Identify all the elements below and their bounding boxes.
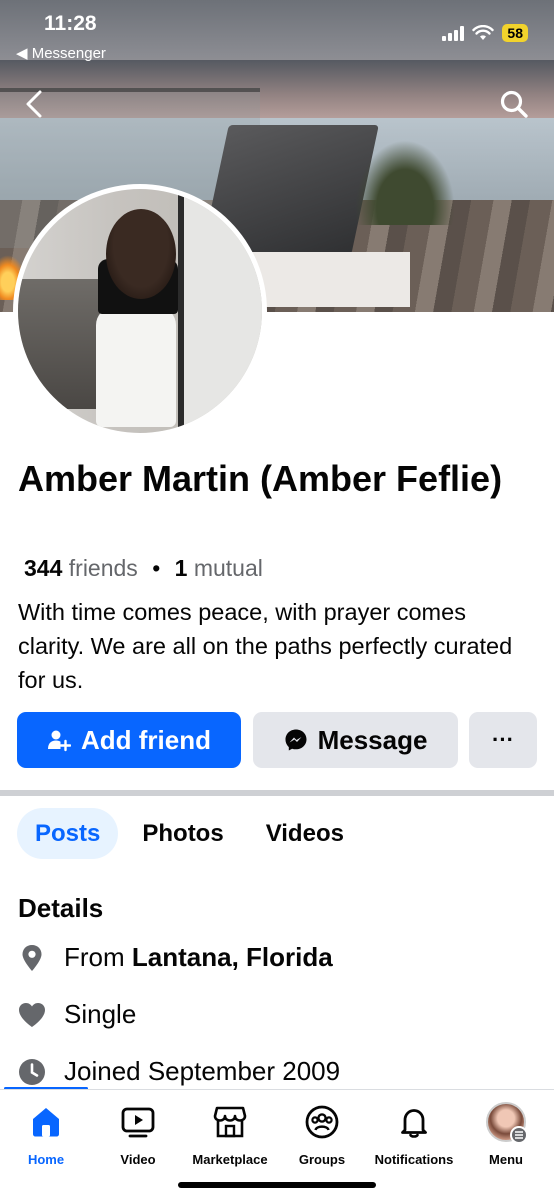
friends-label: friends xyxy=(68,555,138,581)
clock-icon xyxy=(18,1058,46,1086)
bell-icon xyxy=(394,1102,434,1142)
marketplace-icon xyxy=(210,1102,250,1142)
from-prefix: From xyxy=(64,942,125,972)
video-icon xyxy=(118,1102,158,1142)
add-friend-button[interactable]: Add friend xyxy=(17,712,241,768)
add-friend-label: Add friend xyxy=(81,724,211,755)
stats-separator: • xyxy=(152,555,161,581)
location-pin-icon xyxy=(18,944,46,972)
status-time: 11:28 xyxy=(44,12,97,35)
profile-bio: With time comes peace, with prayer comes… xyxy=(18,599,513,693)
avatar-menu-icon xyxy=(486,1102,528,1144)
tab-photos[interactable]: Photos xyxy=(124,808,241,859)
detail-hometown: From Lantana, Florida xyxy=(18,942,333,973)
friends-stats[interactable]: 344 friends • 1 mutual xyxy=(24,555,263,582)
detail-relationship: Single xyxy=(18,999,136,1030)
message-label: Message xyxy=(317,724,428,755)
nav-groups[interactable]: Groups xyxy=(276,1102,368,1167)
status-icons: 58 xyxy=(442,24,528,42)
detail-joined: Joined September 2009 xyxy=(18,1056,340,1087)
profile-picture[interactable] xyxy=(13,184,267,438)
back-button[interactable] xyxy=(16,86,52,122)
avatar xyxy=(18,189,262,433)
cover-plant xyxy=(355,140,455,225)
message-button[interactable]: Message xyxy=(253,712,458,768)
nav-marketplace-label: Marketplace xyxy=(192,1152,268,1167)
groups-icon xyxy=(302,1102,342,1142)
tab-videos[interactable]: Videos xyxy=(248,808,362,859)
nav-home-label: Home xyxy=(27,1152,65,1167)
tab-posts[interactable]: Posts xyxy=(17,808,119,859)
nav-menu-label: Menu xyxy=(489,1152,523,1167)
avatar-mirror xyxy=(178,189,262,433)
nav-menu-icon-wrap xyxy=(486,1102,528,1144)
nav-notifications[interactable]: Notifications xyxy=(368,1102,460,1167)
messenger-icon xyxy=(285,729,307,751)
mutual-count: 1 xyxy=(174,555,188,581)
friends-count: 344 xyxy=(24,555,63,581)
menu-hamburger-icon xyxy=(510,1126,528,1144)
cover-ledge xyxy=(250,252,410,307)
hometown-link[interactable]: Lantana, Florida xyxy=(132,942,333,972)
more-options-button[interactable]: ··· xyxy=(469,712,537,768)
nav-groups-label: Groups xyxy=(298,1152,346,1167)
joined-date: Joined September 2009 xyxy=(64,1056,341,1086)
home-icon xyxy=(26,1102,66,1142)
section-divider xyxy=(0,790,554,796)
battery-indicator: 58 xyxy=(502,24,528,42)
profile-tabs: Posts Photos Videos xyxy=(17,808,368,859)
nav-menu[interactable]: Menu xyxy=(460,1102,552,1167)
wifi-icon xyxy=(472,25,495,40)
relationship-status: Single xyxy=(64,999,137,1029)
nav-notifications-label: Notifications xyxy=(374,1152,454,1167)
chevron-left-icon xyxy=(26,90,42,118)
nav-video-label: Video xyxy=(120,1152,156,1167)
mutual-label: mutual xyxy=(193,555,263,581)
search-icon xyxy=(500,90,528,118)
home-indicator[interactable] xyxy=(178,1182,376,1188)
more-icon: ··· xyxy=(492,727,514,752)
heart-icon xyxy=(18,1001,46,1029)
avatar-white-pants xyxy=(96,307,176,427)
signal-icon xyxy=(442,25,465,41)
nav-video[interactable]: Video xyxy=(92,1102,184,1167)
add-friend-icon xyxy=(48,730,71,752)
details-title: Details xyxy=(18,893,104,923)
search-button[interactable] xyxy=(496,86,532,122)
nav-marketplace[interactable]: Marketplace xyxy=(184,1102,276,1167)
back-to-messenger[interactable]: ◀ Messenger xyxy=(16,44,106,62)
profile-name: Amber Martin (Amber Feflie) xyxy=(18,458,503,499)
avatar-hair xyxy=(106,209,176,299)
nav-home[interactable]: Home xyxy=(0,1102,92,1167)
